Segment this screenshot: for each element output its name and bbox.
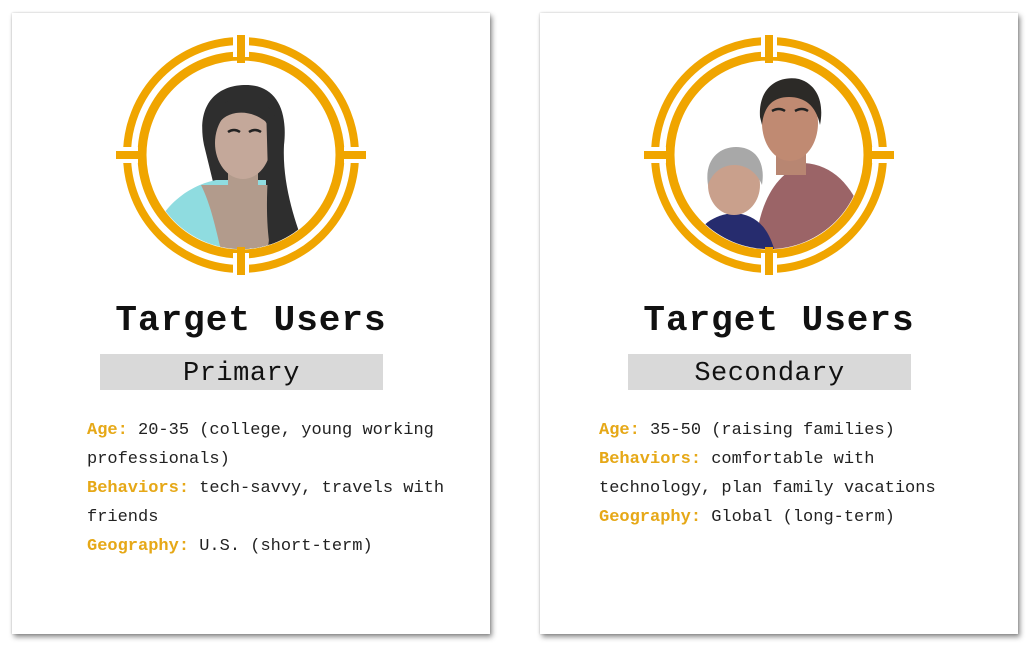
detail-label: Behaviors: — [599, 450, 702, 469]
detail-label: Age: — [87, 421, 128, 440]
detail-value: Global (long-term) — [711, 508, 895, 527]
detail-value: 35-50 (raising families) — [650, 421, 895, 440]
avatar-primary — [116, 35, 366, 275]
detail-geography: Geography: Global (long-term) — [599, 503, 979, 532]
target-portrait-icon — [644, 35, 894, 275]
detail-value: 20-35 (college, young working profession… — [87, 421, 434, 469]
persona-details: Age: 20-35 (college, young working profe… — [87, 416, 447, 561]
target-portrait-icon — [116, 35, 366, 275]
detail-value: U.S. (short-term) — [199, 537, 373, 556]
detail-behaviors: Behaviors: comfortable with technology, … — [599, 445, 979, 503]
persona-details: Age: 35-50 (raising families) Behaviors:… — [599, 416, 979, 532]
detail-age: Age: 20-35 (college, young working profe… — [87, 416, 447, 474]
detail-label: Age: — [599, 421, 640, 440]
user-tier-badge: Primary — [100, 354, 383, 390]
detail-label: Geography: — [599, 508, 702, 527]
card-title: Target Users — [643, 300, 915, 341]
avatar-secondary — [644, 35, 894, 275]
detail-behaviors: Behaviors: tech-savvy, travels with frie… — [87, 474, 447, 532]
detail-age: Age: 35-50 (raising families) — [599, 416, 979, 445]
detail-label: Geography: — [87, 537, 190, 556]
detail-label: Behaviors: — [87, 479, 190, 498]
card-title: Target Users — [115, 300, 387, 341]
user-tier-badge: Secondary — [628, 354, 911, 390]
detail-geography: Geography: U.S. (short-term) — [87, 532, 447, 561]
persona-card-secondary: Target Users Secondary Age: 35-50 (raisi… — [540, 13, 1018, 634]
persona-card-primary: Target Users Primary Age: 20-35 (college… — [12, 13, 490, 634]
